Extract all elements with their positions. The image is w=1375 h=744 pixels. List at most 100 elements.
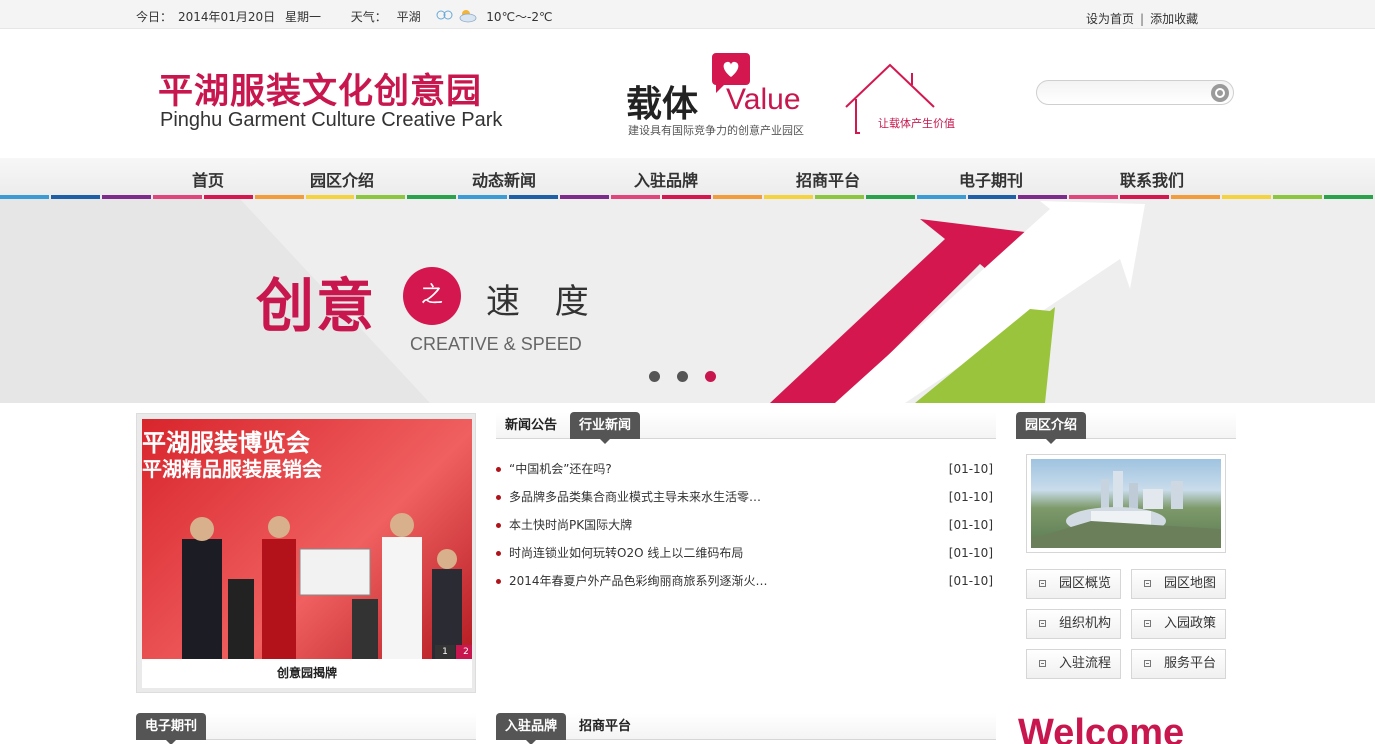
slider-dots (649, 371, 733, 385)
park-link-label: 园区概览 (1059, 576, 1112, 591)
top-bar: 今日： 2014年01月20日 星期一 天气： 平湖 10℃～-2℃ 设为首页 | 添… (0, 0, 1375, 29)
news-item: “中国机会”还在吗? [01-10] (496, 455, 996, 483)
bullet-icon (496, 467, 501, 472)
park-map-button[interactable]: 园区地图 (1131, 569, 1226, 599)
slider-dot-2[interactable] (677, 371, 688, 382)
temperature: 10℃～-2℃ (486, 10, 553, 24)
entry-process-button[interactable]: 入驻流程 (1026, 649, 1121, 679)
welcome-text: Welcome (1018, 712, 1185, 744)
main-nav: 首页 园区介绍 动态新闻 入驻品牌 招商平台 电子期刊 联系我们 (0, 158, 1375, 199)
photo-caption[interactable]: 创意园揭牌 (142, 659, 472, 688)
news-link[interactable]: 2014年春夏户外产品色彩绚丽商旅系列逐渐火… (509, 567, 768, 595)
tab-industry-news[interactable]: 行业新闻 (570, 412, 641, 444)
news-item: 本土快时尚PK国际大牌 [01-10] (496, 511, 996, 539)
tab-ejournal[interactable]: 电子期刊 (136, 713, 207, 744)
weekday: 星期一 (284, 10, 321, 24)
park-aerial-image (1031, 459, 1221, 548)
bullet-icon (496, 495, 501, 500)
document-icon (1039, 580, 1046, 587)
search-input[interactable] (1047, 81, 1217, 104)
top-links: 设为首页 | 添加收藏 (1086, 10, 1198, 27)
slider-dot-1[interactable] (649, 371, 660, 382)
slogan-english: Value (726, 83, 801, 116)
park-photo[interactable] (1026, 454, 1226, 553)
photo-pager: 12 (434, 645, 472, 659)
nav-investment[interactable]: 招商平台 (796, 167, 860, 191)
banner-english: CREATIVE & SPEED (410, 334, 582, 354)
news-item: 多品牌多品类集合商业模式主导未来水生活零… [01-10] (496, 483, 996, 511)
people-figures-graphic (182, 513, 462, 659)
news-date: [01-10] (948, 462, 993, 476)
search-box (1036, 80, 1234, 105)
slogan-block: 载体 Value 建设具有国际竞争力的创意产业园区 让载体产生价值 (622, 49, 955, 149)
house-caption: 让载体产生价值 (878, 117, 955, 130)
header: 平湖服装文化创意园 Pinghu Garment Culture Creativ… (0, 29, 1375, 158)
add-favorite-link[interactable]: 添加收藏 (1150, 12, 1198, 26)
city: 平湖 (396, 10, 421, 24)
nav-ejournal[interactable]: 电子期刊 (959, 167, 1023, 191)
news-link[interactable]: 时尚连锁业如何玩转O2O 线上以二维码布局 (509, 539, 743, 567)
nav-park-intro[interactable]: 园区介绍 (310, 167, 374, 191)
nav-news[interactable]: 动态新闻 (472, 167, 536, 191)
organization-button[interactable]: 组织机构 (1026, 609, 1121, 639)
park-tab-header: 园区介绍 (1016, 412, 1236, 444)
news-link[interactable]: 多品牌多品类集合商业模式主导未来水生活零… (509, 483, 761, 511)
tab-resident-brands[interactable]: 入驻品牌 (496, 713, 567, 744)
nav-home[interactable]: 首页 (192, 167, 224, 191)
date-value: 2014年01月20日 (178, 10, 276, 24)
news-tab-header: 新闻公告 行业新闻 (496, 412, 996, 444)
news-link[interactable]: 本土快时尚PK国际大牌 (509, 511, 632, 539)
ejournal-tab-header: 电子期刊 (136, 713, 476, 744)
date-weather: 今日： 2014年01月20日 星期一 天气： 平湖 10℃～-2℃ (136, 8, 559, 25)
nav-items: 首页 园区介绍 动态新闻 入驻品牌 招商平台 电子期刊 联系我们 (0, 158, 1375, 195)
brand-tab-header: 入驻品牌 招商平台 (496, 713, 996, 744)
park-link-label: 入驻流程 (1059, 656, 1112, 671)
document-icon (1144, 660, 1151, 667)
service-platform-button[interactable]: 服务平台 (1131, 649, 1226, 679)
photo-page-2[interactable]: 2 (456, 645, 472, 659)
tab-news-announcement[interactable]: 新闻公告 (496, 412, 566, 439)
slogan-subtitle: 建设具有国际竞争力的创意产业园区 (628, 124, 804, 137)
logo-chinese[interactable]: 平湖服装文化创意园 (158, 63, 482, 114)
nav-brands[interactable]: 入驻品牌 (634, 167, 698, 191)
news-item: 时尚连锁业如何玩转O2O 线上以二维码布局 [01-10] (496, 539, 996, 567)
park-link-label: 服务平台 (1164, 656, 1217, 671)
bullet-icon (496, 579, 501, 584)
banner-connector: 之 (403, 267, 461, 325)
park-link-label: 组织机构 (1059, 616, 1112, 631)
news-list: “中国机会”还在吗? [01-10] 多品牌多品类集合商业模式主导未来水生活零… [0… (496, 455, 996, 595)
nav-contact[interactable]: 联系我们 (1120, 167, 1184, 191)
entry-policy-button[interactable]: 入园政策 (1131, 609, 1226, 639)
event-photo[interactable]: 平湖服装博览会 平湖精品服装展销会 12 (142, 419, 472, 659)
search-icon[interactable] (1211, 84, 1229, 102)
set-home-link[interactable]: 设为首页 (1086, 12, 1134, 26)
tab-park-intro[interactable]: 园区介绍 (1016, 412, 1087, 444)
banner-title: 创意 (256, 272, 377, 340)
news-item: 2014年春夏户外产品色彩绚丽商旅系列逐渐火… [01-10] (496, 567, 996, 595)
bullet-icon (496, 551, 501, 556)
document-icon (1039, 660, 1046, 667)
tab-investment-platform[interactable]: 招商平台 (570, 713, 640, 740)
date-label: 今日： (136, 10, 173, 24)
park-link-label: 入园政策 (1164, 616, 1217, 631)
slider-dot-3[interactable] (705, 371, 716, 382)
document-icon (1144, 620, 1151, 627)
document-icon (1039, 620, 1046, 627)
weather-label: 天气： (350, 10, 387, 24)
slogan-chinese: 载体 (626, 84, 699, 125)
news-link[interactable]: “中国机会”还在吗? (509, 455, 612, 483)
banner-slider[interactable]: 创意 之 速 度 CREATIVE & SPEED (0, 199, 1375, 403)
bullet-icon (496, 523, 501, 528)
news-date: [01-10] (948, 518, 993, 532)
photo-page-1[interactable]: 1 (435, 645, 455, 659)
banner-subtitle: 速 度 (486, 282, 601, 322)
news-date: [01-10] (948, 546, 993, 560)
park-link-label: 园区地图 (1164, 576, 1217, 591)
news-date: [01-10] (948, 574, 993, 588)
document-icon (1144, 580, 1151, 587)
park-overview-button[interactable]: 园区概览 (1026, 569, 1121, 599)
link-separator: | (1140, 12, 1145, 26)
photo-banner-line2: 平湖精品服装展销会 (142, 457, 322, 481)
logo-english[interactable]: Pinghu Garment Culture Creative Park (160, 109, 502, 132)
news-date: [01-10] (948, 490, 993, 504)
